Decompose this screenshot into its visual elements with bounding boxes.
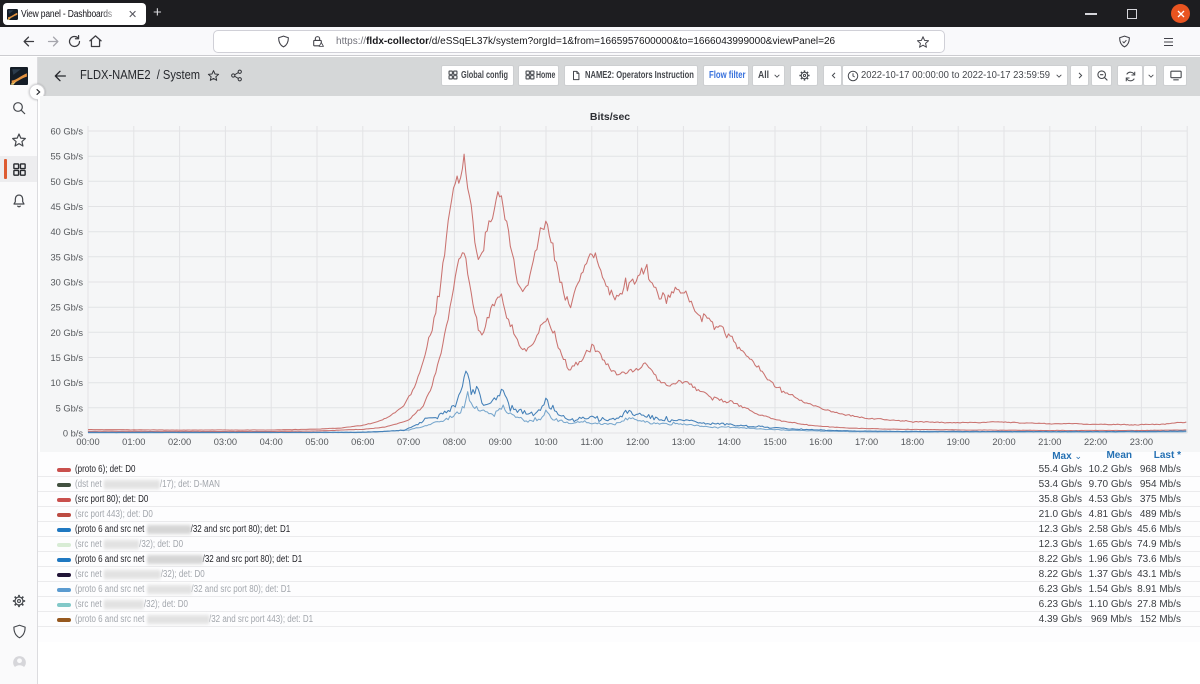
svg-text:Bits/sec: Bits/sec <box>590 111 630 123</box>
svg-text:05:00: 05:00 <box>305 437 328 447</box>
svg-text:14:00: 14:00 <box>718 437 741 447</box>
svg-text:25 Gb/s: 25 Gb/s <box>50 303 83 313</box>
svg-text:5 Gb/s: 5 Gb/s <box>56 403 84 413</box>
svg-text:10:00: 10:00 <box>534 437 557 447</box>
svg-text:18:00: 18:00 <box>901 437 924 447</box>
svg-text:02:00: 02:00 <box>168 437 191 447</box>
svg-text:17:00: 17:00 <box>855 437 878 447</box>
svg-text:13:00: 13:00 <box>672 437 695 447</box>
svg-text:19:00: 19:00 <box>947 437 970 447</box>
svg-text:15:00: 15:00 <box>763 437 786 447</box>
svg-text:23:00: 23:00 <box>1130 437 1153 447</box>
svg-text:45 Gb/s: 45 Gb/s <box>50 202 83 212</box>
svg-text:08:00: 08:00 <box>443 437 466 447</box>
svg-text:20:00: 20:00 <box>992 437 1015 447</box>
svg-text:40 Gb/s: 40 Gb/s <box>50 227 83 237</box>
svg-text:22:00: 22:00 <box>1084 437 1107 447</box>
svg-text:60 Gb/s: 60 Gb/s <box>50 127 83 137</box>
svg-text:01:00: 01:00 <box>122 437 145 447</box>
svg-text:11:00: 11:00 <box>581 437 604 447</box>
svg-text:06:00: 06:00 <box>351 437 374 447</box>
svg-text:09:00: 09:00 <box>489 437 512 447</box>
svg-text:07:00: 07:00 <box>397 437 420 447</box>
svg-text:12:00: 12:00 <box>626 437 649 447</box>
svg-text:00:00: 00:00 <box>76 437 99 447</box>
svg-text:04:00: 04:00 <box>260 437 283 447</box>
svg-text:30 Gb/s: 30 Gb/s <box>50 278 83 288</box>
svg-text:03:00: 03:00 <box>214 437 237 447</box>
svg-text:20 Gb/s: 20 Gb/s <box>50 328 83 338</box>
svg-text:10 Gb/s: 10 Gb/s <box>50 378 83 388</box>
svg-text:35 Gb/s: 35 Gb/s <box>50 252 83 262</box>
svg-text:50 Gb/s: 50 Gb/s <box>50 177 83 187</box>
svg-text:21:00: 21:00 <box>1038 437 1061 447</box>
svg-text:16:00: 16:00 <box>809 437 832 447</box>
svg-text:55 Gb/s: 55 Gb/s <box>50 152 83 162</box>
svg-text:15 Gb/s: 15 Gb/s <box>50 353 83 363</box>
